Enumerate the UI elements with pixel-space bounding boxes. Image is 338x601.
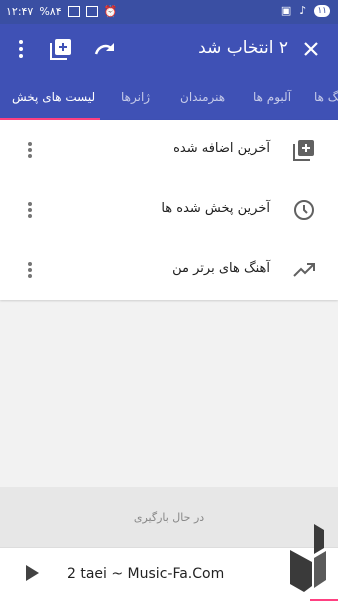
close-button[interactable]	[298, 36, 324, 62]
list-item[interactable]: آهنگ های برتر من	[0, 240, 338, 300]
tab-genres[interactable]: ژانرها	[121, 90, 150, 104]
selection-title: ۲ انتخاب شد	[198, 38, 288, 58]
playlist-add-icon	[293, 140, 314, 161]
tab-bar: آهنگ ها آلبوم ها هنرمندان ژانرها لیست ها…	[0, 74, 338, 120]
list-item[interactable]: آخرین پخش شده ها	[0, 180, 338, 240]
status-time: ۱۲:۴۷	[6, 5, 34, 18]
tab-playlists[interactable]: لیست های پخش	[12, 90, 95, 104]
redo-icon	[94, 43, 114, 55]
tab-artists[interactable]: هنرمندان	[180, 90, 225, 104]
more-vert-icon	[19, 40, 23, 58]
app-logo-icon	[290, 524, 326, 592]
more-options-button[interactable]	[8, 36, 34, 62]
add-to-playlist-button[interactable]	[48, 36, 74, 62]
sim-icon	[85, 6, 98, 17]
more-vert-icon[interactable]	[20, 140, 40, 160]
toolbar: ۲ انتخاب شد	[0, 24, 338, 74]
redo-button[interactable]	[92, 36, 118, 62]
image-icon: ▣	[280, 4, 292, 17]
playlist-label: آخرین پخش شده ها	[161, 201, 270, 216]
status-bar: ۱۲:۴۷ %۸۴ ⏰ ▣ ♪ ۱۱	[0, 0, 338, 24]
notification-count: ۱۱	[314, 4, 330, 17]
close-icon	[304, 42, 318, 56]
trending-up-icon	[293, 263, 315, 277]
playlist-label: آهنگ های برتر من	[172, 261, 270, 276]
playlist-label: آخرین اضافه شده	[173, 141, 270, 156]
list-item[interactable]: آخرین اضافه شده	[0, 120, 338, 180]
history-icon	[294, 200, 314, 220]
playlist-add-icon	[50, 39, 71, 60]
alarm-icon: ⏰	[103, 5, 118, 18]
now-playing-title: 2 taei ~ Music-Fa.Com	[67, 566, 225, 582]
battery-percent: %۸۴	[39, 5, 62, 18]
tab-albums[interactable]: آلبوم ها	[253, 90, 291, 104]
tab-songs[interactable]: آهنگ ها	[314, 90, 338, 104]
more-vert-icon[interactable]	[20, 200, 40, 220]
more-vert-icon[interactable]	[20, 260, 40, 280]
playlist-list: آخرین اضافه شده آخرین پخش شده ها آهنگ ها…	[0, 120, 338, 300]
music-note-icon: ♪	[299, 4, 307, 17]
signal-icon	[67, 6, 80, 17]
play-icon[interactable]	[24, 564, 40, 582]
